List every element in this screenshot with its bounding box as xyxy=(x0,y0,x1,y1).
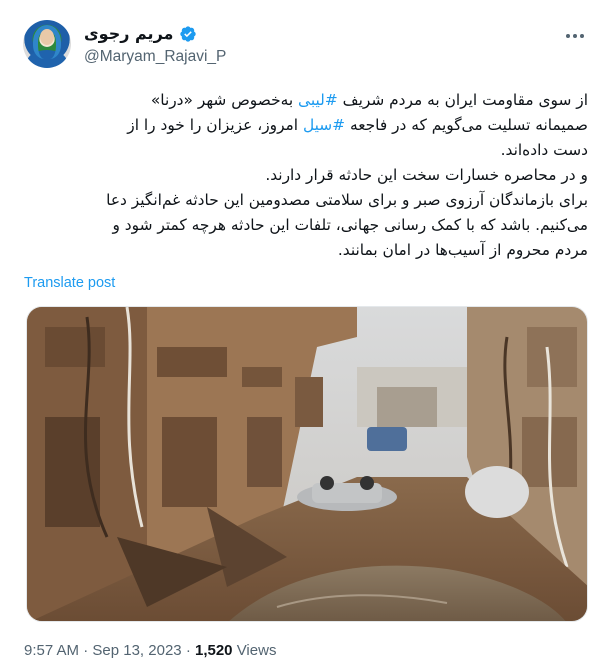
views-label: Views xyxy=(236,642,277,659)
tweet-date[interactable]: Sep 13, 2023 xyxy=(92,642,181,659)
tweet-meta: 9:57 AM · Sep 13, 2023 · 1,520 Views xyxy=(24,642,276,659)
meta-separator: · xyxy=(83,642,89,659)
author-display-name[interactable]: مریم رجوی xyxy=(84,24,173,43)
tweet-card: مریم رجوی @Maryam_Rajavi_P از سوی مقاومت… xyxy=(0,0,611,668)
views-count: 1,520 xyxy=(194,642,233,659)
translate-post-link[interactable]: Translate post xyxy=(24,275,115,291)
hashtag-flood-link[interactable]: #سیل xyxy=(303,116,345,134)
tweet-text: از سوی مقاومت ایران به مردم شریف #لیبی ب… xyxy=(24,88,588,263)
flood-street-photo xyxy=(27,307,587,621)
author-avatar[interactable] xyxy=(23,20,71,68)
avatar-face xyxy=(40,29,54,45)
tweet-text-segment: امروز، عزیزان را خود را از xyxy=(127,116,303,134)
author-name-row: مریم رجوی xyxy=(84,24,197,43)
more-dot xyxy=(580,34,584,38)
tweet-text-segment: به‌خصوص شهر «درنا» xyxy=(150,91,299,109)
more-dot xyxy=(573,34,577,38)
tweet-line: مردم محروم از آسیب‌ها در امان بمانند. xyxy=(337,241,588,259)
more-options-icon[interactable] xyxy=(563,24,587,48)
tweet-line: صمیمانه تسلیت می‌گویم که در فاجعه #سیل ا… xyxy=(24,113,588,138)
tweet-text-segment: از سوی مقاومت ایران به مردم شریف xyxy=(337,91,588,109)
author-handle[interactable]: @Maryam_Rajavi_P xyxy=(84,48,226,66)
verified-badge-icon xyxy=(180,25,197,42)
tweet-photo[interactable] xyxy=(26,306,588,622)
tweet-line: دست داده‌اند. xyxy=(500,141,588,159)
tweet-text-segment: صمیمانه تسلیت می‌گویم که در فاجعه xyxy=(345,116,588,134)
tweet-line: برای بازماندگان آرزوی صبر و برای سلامتی … xyxy=(106,191,588,209)
tweet-line: می‌کنیم. باشد که با کمک رسانی جهانی، تلف… xyxy=(112,216,588,234)
tweet-time[interactable]: 9:57 AM xyxy=(24,642,79,659)
tweet-line: و در محاصره خسارات سخت این حادثه قرار دا… xyxy=(265,166,588,184)
more-dot xyxy=(566,34,570,38)
meta-separator: · xyxy=(185,642,191,659)
hashtag-libya-link[interactable]: #لیبی xyxy=(298,91,338,109)
tweet-line: از سوی مقاومت ایران به مردم شریف #لیبی ب… xyxy=(24,88,588,113)
